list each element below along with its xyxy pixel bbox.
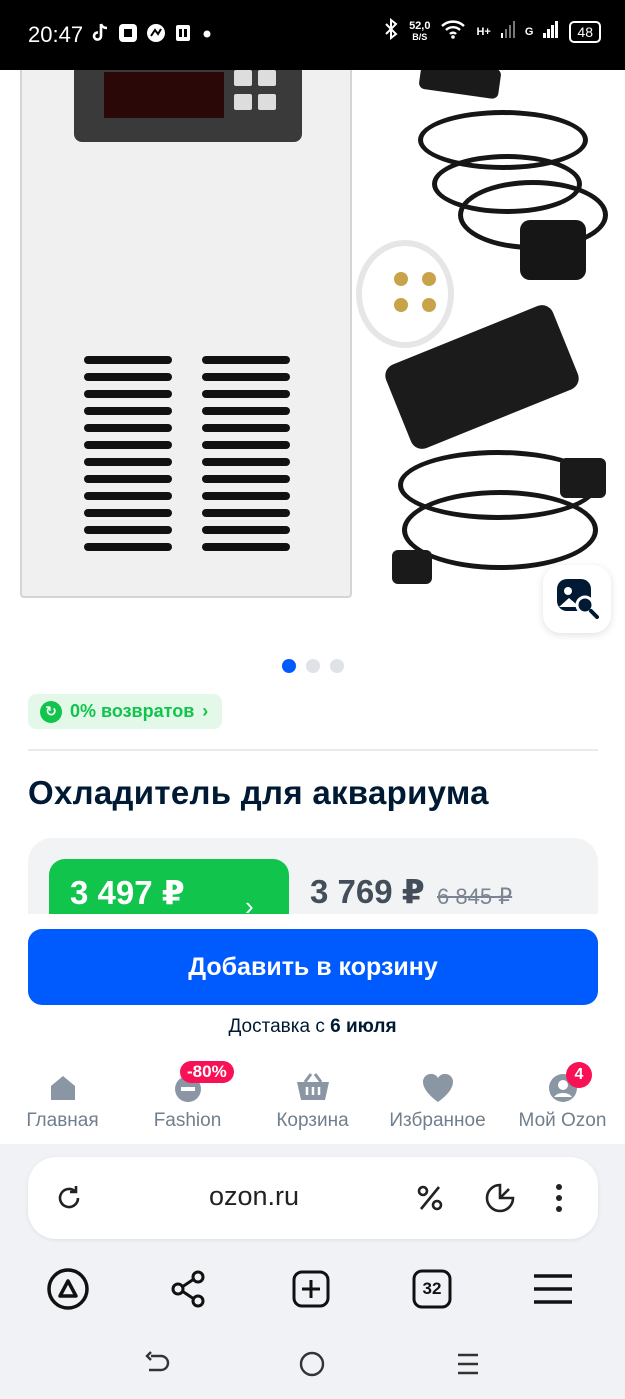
pager-dot-3[interactable] bbox=[329, 659, 344, 673]
app-icon-1 bbox=[118, 22, 138, 44]
wifi-icon bbox=[440, 18, 466, 45]
product-title: Охладитель для аквариума bbox=[28, 774, 489, 811]
signal-type-1: H+ bbox=[476, 25, 491, 38]
home-icon bbox=[45, 1070, 81, 1106]
nav-item-cart[interactable]: Корзина bbox=[250, 1060, 375, 1144]
address-bar[interactable]: ozon.ru bbox=[28, 1157, 598, 1239]
pump-image bbox=[520, 220, 586, 280]
net-speed-unit: B/S bbox=[412, 31, 428, 42]
bottom-nav: Главная -80% Fashion Корзина Избранное 4… bbox=[0, 1060, 625, 1144]
status-bar: 20:47 52,0 B/S H+ G 48 bbox=[0, 0, 625, 70]
status-time: 20:47 bbox=[28, 22, 84, 47]
tiktok-icon bbox=[90, 22, 110, 44]
price-block: 3 497 ₽ › 3 769 ₽ 6 845 ₽ bbox=[28, 838, 598, 914]
bluetooth-icon bbox=[383, 17, 399, 45]
net-speed-value: 52,0 bbox=[409, 19, 431, 32]
battery-indicator: 48 bbox=[569, 20, 601, 43]
chiller-vent-left bbox=[84, 356, 172, 556]
chiller-control-panel bbox=[74, 70, 302, 142]
divider bbox=[28, 749, 598, 751]
chevron-right-icon: › bbox=[245, 891, 254, 914]
nav-item-my-ozon[interactable]: 4 Мой Ozon bbox=[500, 1060, 625, 1144]
app-icon-2 bbox=[146, 22, 166, 44]
delivery-prefix: Доставка с bbox=[228, 1016, 331, 1037]
signal-type-2: G bbox=[524, 25, 534, 38]
alice-icon[interactable] bbox=[43, 1264, 93, 1314]
new-tab-icon[interactable] bbox=[286, 1264, 336, 1314]
signal-icon-1 bbox=[500, 19, 515, 44]
hamburger-menu-icon[interactable] bbox=[528, 1264, 578, 1314]
nav-label: Корзина bbox=[276, 1110, 349, 1131]
net-speed: 52,0 B/S bbox=[409, 19, 431, 43]
regular-price: 3 769 ₽ bbox=[310, 873, 425, 910]
returns-icon: ↻ bbox=[40, 700, 62, 723]
delivery-date: 6 июля bbox=[330, 1016, 397, 1037]
nav-item-fashion[interactable]: -80% Fashion bbox=[125, 1060, 250, 1144]
back-icon[interactable] bbox=[137, 1344, 177, 1384]
chiller-vent-right bbox=[202, 356, 290, 556]
tabs-button[interactable]: 32 bbox=[407, 1264, 457, 1314]
my-ozon-count-badge: 4 bbox=[566, 1062, 592, 1088]
status-indicators: 52,0 B/S H+ G 48 bbox=[383, 17, 601, 45]
nav-label: Избранное bbox=[389, 1110, 486, 1131]
image-search-icon bbox=[555, 575, 599, 624]
chiller-unit-image bbox=[20, 70, 352, 598]
cart-icon bbox=[295, 1070, 331, 1106]
returns-badge[interactable]: ↻ 0% возвратов › bbox=[28, 694, 223, 729]
card-price-button[interactable]: 3 497 ₽ › bbox=[49, 859, 289, 914]
recents-icon[interactable] bbox=[448, 1344, 488, 1384]
app-icon-3 bbox=[174, 22, 194, 44]
image-pager bbox=[0, 659, 625, 673]
nav-label: Мой Ozon bbox=[518, 1110, 607, 1131]
nav-item-home[interactable]: Главная bbox=[0, 1060, 125, 1144]
browser-chrome: ozon.ru 32 bbox=[0, 1144, 625, 1399]
signal-icon-2 bbox=[543, 19, 559, 44]
tube-image bbox=[356, 240, 454, 348]
product-image-carousel[interactable] bbox=[0, 70, 625, 640]
percent-icon[interactable] bbox=[411, 1179, 449, 1217]
more-menu-icon[interactable] bbox=[540, 1179, 578, 1217]
fashion-discount-badge: -80% bbox=[180, 1061, 234, 1083]
nav-label: Главная bbox=[26, 1110, 99, 1131]
status-app-icons bbox=[90, 22, 222, 44]
pacman-icon[interactable] bbox=[481, 1179, 519, 1217]
heart-icon bbox=[420, 1070, 456, 1106]
chevron-right-icon: › bbox=[202, 701, 209, 721]
wall-adapter-image bbox=[418, 70, 502, 100]
home-circle-icon[interactable] bbox=[292, 1344, 332, 1384]
visual-search-button[interactable] bbox=[543, 565, 611, 633]
share-icon[interactable] bbox=[163, 1264, 213, 1314]
browser-toolbar: 32 bbox=[0, 1264, 625, 1314]
tabs-count: 32 bbox=[422, 1279, 442, 1298]
nav-label: Fashion bbox=[153, 1110, 222, 1131]
nav-item-favorites[interactable]: Избранное bbox=[375, 1060, 500, 1144]
add-to-cart-button[interactable]: Добавить в корзину bbox=[28, 929, 598, 1005]
delivery-info: Доставка с 6 июля bbox=[0, 1016, 625, 1038]
old-price: 6 845 ₽ bbox=[437, 884, 513, 909]
card-price-value: 3 497 ₽ bbox=[70, 874, 185, 911]
power-plug-image bbox=[560, 458, 606, 498]
pager-dot-1[interactable] bbox=[281, 659, 296, 673]
more-notifications-dot bbox=[202, 22, 222, 44]
pager-dot-2[interactable] bbox=[305, 659, 320, 673]
returns-label: 0% возвратов bbox=[70, 701, 195, 721]
system-nav-bar bbox=[0, 1344, 625, 1384]
